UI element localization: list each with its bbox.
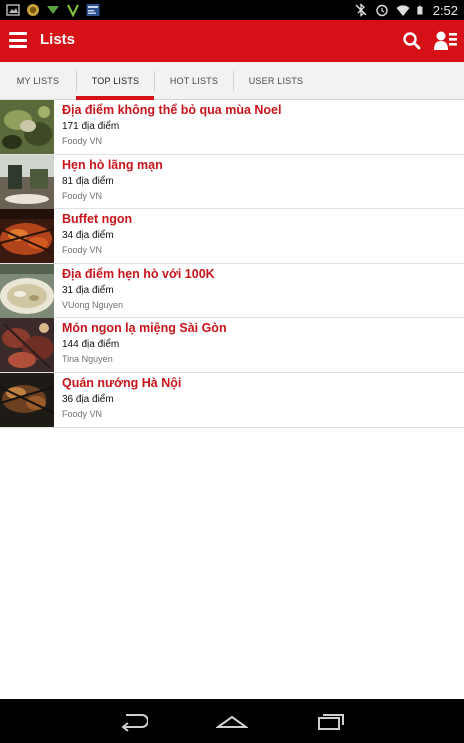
image-notification-icon — [6, 4, 20, 16]
list-title: Hẹn hò lãng mạn — [62, 157, 163, 172]
list-item[interactable]: Quán nướng Hà Nội 36 địa điểm Foody VN — [0, 372, 464, 428]
status-bar: 2:52 — [0, 0, 464, 20]
list-item[interactable]: Buffet ngon 34 địa điểm Foody VN — [0, 209, 464, 264]
tab-label: TOP LISTS — [91, 76, 140, 86]
list-author: Foody VN — [62, 190, 103, 201]
bluetooth-off-icon — [355, 3, 367, 17]
list-place-count: 171 địa điểm — [62, 121, 120, 132]
download-notification-icon — [47, 6, 59, 14]
v-app-icon — [67, 4, 79, 17]
tab-label: USER LISTS — [248, 76, 304, 86]
home-icon[interactable] — [216, 709, 248, 733]
list-place-count: 34 địa điểm — [62, 230, 114, 242]
list-author: Foody VN — [62, 245, 103, 256]
page-title: Lists — [40, 31, 76, 48]
list-place-count: 81 địa điểm — [62, 175, 114, 187]
list-place-count: 144 địa điểm — [62, 339, 120, 351]
list-author: Foody VN — [62, 408, 103, 419]
tab-my-lists[interactable]: MY LISTS — [0, 62, 76, 100]
tab-label: HOT LISTS — [169, 76, 219, 86]
alarm-icon — [375, 4, 388, 17]
list-title: Quán nướng Hà Nội — [62, 375, 182, 390]
profile-icon[interactable] — [434, 30, 458, 52]
list-author: VUong Nguyen — [62, 299, 124, 310]
status-right-icons: 2:52 — [354, 1, 458, 19]
list-title: Địa điểm hẹn hò với 100K — [62, 266, 215, 281]
list-title: Món ngon lạ miệng Sài Gòn — [62, 321, 227, 336]
recent-apps-icon[interactable] — [316, 709, 346, 733]
list-thumbnail — [0, 100, 54, 154]
list-place-count: 36 địa điểm — [62, 393, 114, 405]
tab-bar: MY LISTS TOP LISTS HOT LISTS USER LISTS — [0, 62, 464, 100]
tab-hot-lists[interactable]: HOT LISTS — [155, 62, 233, 100]
news-app-icon — [86, 4, 100, 16]
menu-icon[interactable] — [9, 32, 27, 48]
list-item[interactable]: Món ngon lạ miệng Sài Gòn 144 địa điểm T… — [0, 318, 464, 373]
top-lists-list: Địa điểm không thể bỏ qua mùa Noel 171 đ… — [0, 100, 464, 428]
list-title: Địa điểm không thể bỏ qua mùa Noel — [62, 103, 282, 117]
list-thumbnail — [0, 372, 54, 427]
battery-icon — [417, 5, 423, 15]
wifi-icon — [396, 5, 410, 16]
list-item[interactable]: Địa điểm hẹn hò với 100K 31 địa điểm VUo… — [0, 263, 464, 319]
list-thumbnail — [0, 209, 54, 264]
tab-user-lists[interactable]: USER LISTS — [234, 62, 318, 100]
search-icon[interactable] — [402, 31, 422, 51]
tab-label: MY LISTS — [16, 76, 60, 86]
list-item[interactable]: Hẹn hò lãng mạn 81 địa điểm Foody VN — [0, 154, 464, 210]
list-thumbnail — [0, 154, 54, 209]
list-title: Buffet ngon — [62, 212, 133, 227]
tab-top-lists[interactable]: TOP LISTS — [77, 62, 154, 100]
status-time: 2:52 — [432, 2, 458, 18]
list-place-count: 31 địa điểm — [62, 284, 114, 296]
back-icon[interactable] — [118, 709, 148, 733]
list-thumbnail — [0, 318, 54, 373]
coin-notification-icon — [27, 4, 39, 16]
list-thumbnail — [0, 263, 54, 318]
list-item[interactable]: Địa điểm không thể bỏ qua mùa Noel 171 đ… — [0, 100, 464, 155]
app-bar: Lists — [0, 20, 464, 62]
list-author: Tina Nguyen — [62, 354, 113, 365]
status-left-icons — [6, 2, 100, 18]
list-author: Foody VN — [62, 136, 103, 146]
system-nav-bar — [0, 699, 464, 743]
